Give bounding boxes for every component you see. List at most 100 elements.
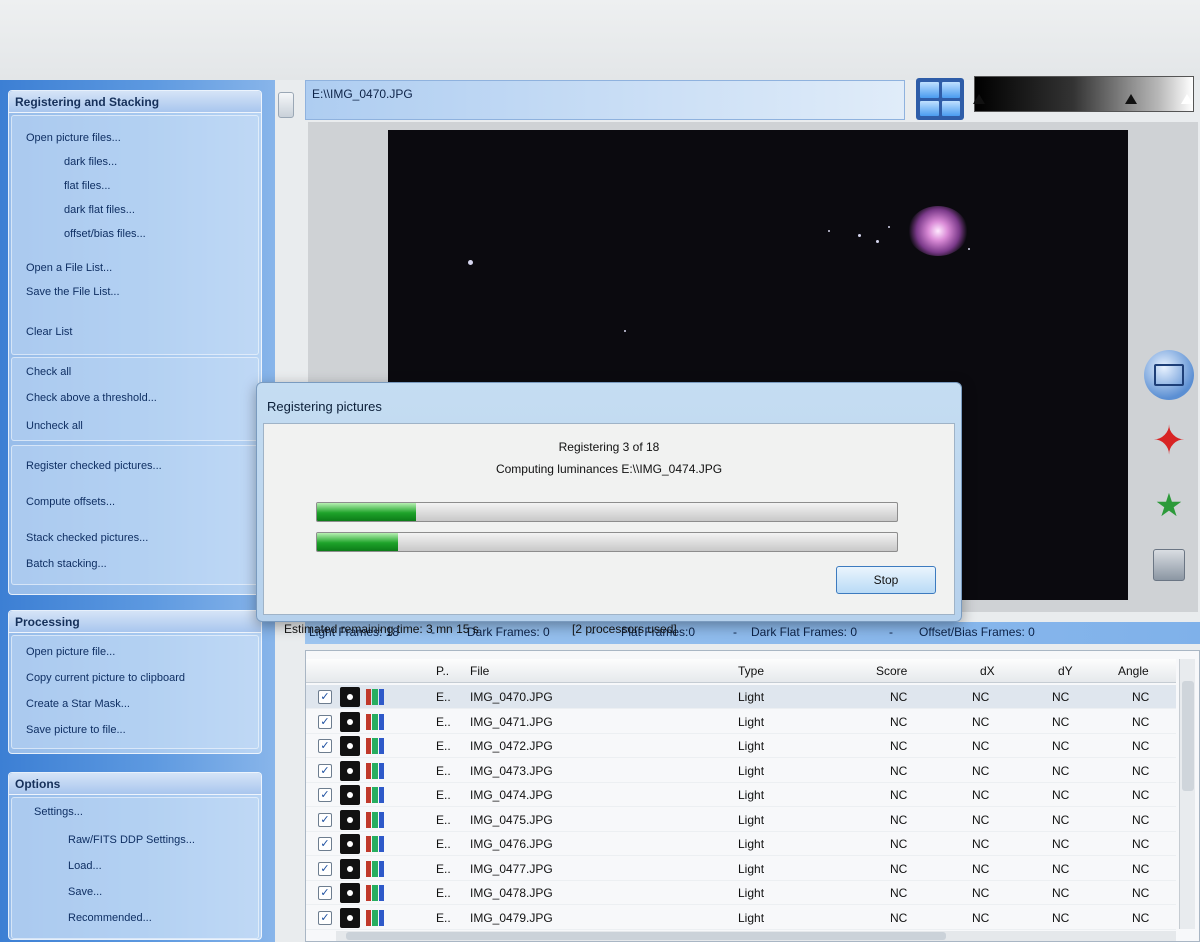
col-score[interactable]: Score (876, 664, 907, 678)
table-row[interactable]: ✓ E.. IMG_0479.JPG Light NC NC NC NC (306, 906, 1176, 930)
save-picture-link[interactable]: Save picture to file... (26, 724, 126, 736)
col-file[interactable]: File (470, 664, 489, 678)
cell-angle: NC (1132, 690, 1150, 704)
save-settings-link[interactable]: Save... (68, 886, 102, 898)
cell-file: IMG_0476.JPG (470, 837, 553, 851)
checkbox-icon[interactable]: ✓ (318, 861, 332, 876)
cell-file: IMG_0472.JPG (470, 739, 553, 753)
checkbox-icon[interactable]: ✓ (318, 690, 332, 704)
raw-fits-settings-link[interactable]: Raw/FITS DDP Settings... (68, 834, 195, 846)
checkbox-icon[interactable]: ✓ (318, 763, 332, 778)
check-threshold-link[interactable]: Check above a threshold... (26, 392, 157, 404)
histogram-slider[interactable] (973, 76, 1194, 112)
batch-stacking-link[interactable]: Batch stacking... (26, 558, 107, 570)
table-row[interactable]: ✓ E.. IMG_0477.JPG Light NC NC NC NC (306, 857, 1176, 881)
checkbox-icon[interactable]: ✓ (318, 812, 332, 827)
processing-group: Open picture file... Copy current pictur… (11, 635, 259, 749)
cell-dx: NC (972, 886, 990, 900)
table-row[interactable]: ✓ E.. IMG_0476.JPG Light NC NC NC NC (306, 832, 1176, 856)
col-dy[interactable]: dY (1058, 664, 1073, 678)
comet-icon[interactable]: ★ (1144, 480, 1194, 530)
cell-path: E.. (436, 861, 451, 876)
cell-dx: NC (972, 690, 990, 704)
vertical-scrollbar[interactable] (1179, 659, 1195, 929)
cell-score: NC (890, 763, 908, 778)
save-icon[interactable] (1144, 540, 1194, 590)
stop-button[interactable]: Stop (836, 566, 936, 594)
options-group: Settings... Raw/FITS DDP Settings... Loa… (11, 797, 259, 939)
checkbox-icon[interactable]: ✓ (318, 910, 332, 925)
rgb-icon (366, 885, 384, 901)
col-dx[interactable]: dX (980, 664, 995, 678)
registering-header[interactable]: Registering and Stacking (9, 91, 261, 113)
grid-view-icon[interactable] (916, 78, 964, 120)
stack-group: Register checked pictures... Compute off… (11, 445, 259, 585)
col-type[interactable]: Type (738, 664, 764, 678)
table-row[interactable]: ✓ E.. IMG_0472.JPG Light NC NC NC NC (306, 734, 1176, 758)
cell-path: E.. (436, 886, 451, 900)
select-rect-icon[interactable] (1144, 350, 1194, 400)
cell-file: IMG_0478.JPG (470, 886, 553, 900)
splitter-handle[interactable] (278, 92, 294, 118)
horizontal-scrollbar[interactable] (336, 931, 1176, 941)
checkbox-icon[interactable]: ✓ (318, 886, 332, 900)
table-row[interactable]: ✓ E.. IMG_0475.JPG Light NC NC NC NC (306, 808, 1176, 832)
black-point-handle[interactable] (973, 94, 985, 104)
dark-files-link[interactable]: dark files... (64, 156, 117, 168)
star (888, 226, 890, 228)
cell-type: Light (738, 788, 765, 802)
uncheck-all-link[interactable]: Uncheck all (26, 420, 83, 432)
open-picture-file-link[interactable]: Open picture file... (26, 646, 115, 658)
checkbox-icon[interactable]: ✓ (318, 837, 332, 851)
stack-checked-link[interactable]: Stack checked pictures... (26, 532, 148, 544)
cell-dx: NC (972, 910, 990, 925)
table-row[interactable]: ✓ E.. IMG_0474.JPG Light NC NC NC NC (306, 783, 1176, 807)
processing-header[interactable]: Processing (9, 611, 261, 633)
checkbox-icon[interactable]: ✓ (318, 788, 332, 802)
table-row[interactable]: ✓ E.. IMG_0470.JPG Light NC NC NC NC (306, 685, 1176, 709)
cell-dy: NC (1052, 812, 1070, 827)
light-frame-icon (340, 736, 360, 756)
light-frame-icon (340, 883, 360, 903)
vertical-scroll-thumb[interactable] (1182, 681, 1194, 791)
white-point-handle[interactable] (1181, 94, 1193, 104)
save-file-list-link[interactable]: Save the File List... (26, 286, 120, 298)
checkbox-icon[interactable]: ✓ (318, 714, 332, 729)
current-task-text: Computing luminances E:\\IMG_0474.JPG (495, 462, 723, 476)
table-row[interactable]: ✓ E.. IMG_0471.JPG Light NC NC NC NC (306, 710, 1176, 734)
dark-flat-files-link[interactable]: dark flat files... (64, 204, 135, 216)
cell-dx: NC (972, 861, 990, 876)
cell-path: E.. (436, 788, 451, 802)
clear-list-link[interactable]: Clear List (26, 326, 72, 338)
load-settings-link[interactable]: Load... (68, 860, 102, 872)
open-picture-files-link[interactable]: Open picture files... (26, 132, 121, 144)
open-file-list-link[interactable]: Open a File List... (26, 262, 112, 274)
light-frame-icon (340, 760, 360, 781)
options-header[interactable]: Options (9, 773, 261, 795)
register-checked-link[interactable]: Register checked pictures... (26, 460, 162, 472)
star-icon[interactable]: ✦ (1144, 416, 1194, 466)
flat-files-link[interactable]: flat files... (64, 180, 110, 192)
check-all-link[interactable]: Check all (26, 366, 71, 378)
cell-angle: NC (1132, 910, 1150, 925)
offset-bias-files-link[interactable]: offset/bias files... (64, 228, 146, 240)
checkbox-icon[interactable]: ✓ (318, 739, 332, 753)
table-row[interactable]: ✓ E.. IMG_0478.JPG Light NC NC NC NC (306, 881, 1176, 905)
cell-dy: NC (1052, 910, 1070, 925)
horizontal-scroll-thumb[interactable] (346, 932, 946, 940)
rgb-icon (366, 787, 384, 803)
col-path[interactable]: P.. (436, 664, 449, 678)
col-angle[interactable]: Angle (1118, 664, 1149, 678)
cell-file: IMG_0470.JPG (470, 690, 553, 704)
midtone-handle[interactable] (1125, 94, 1137, 104)
recommended-settings-link[interactable]: Recommended... (68, 912, 152, 924)
rgb-icon (366, 762, 384, 779)
cell-path: E.. (436, 910, 451, 925)
copy-to-clipboard-link[interactable]: Copy current picture to clipboard (26, 672, 185, 684)
create-star-mask-link[interactable]: Create a Star Mask... (26, 698, 130, 710)
file-list-table: P.. File Type Score dX dY Angle ✓ E.. IMG_… (305, 650, 1200, 942)
compute-offsets-link[interactable]: Compute offsets... (26, 496, 115, 508)
cell-score: NC (890, 812, 908, 827)
settings-link[interactable]: Settings... (34, 806, 83, 818)
table-row[interactable]: ✓ E.. IMG_0473.JPG Light NC NC NC NC (306, 759, 1176, 783)
